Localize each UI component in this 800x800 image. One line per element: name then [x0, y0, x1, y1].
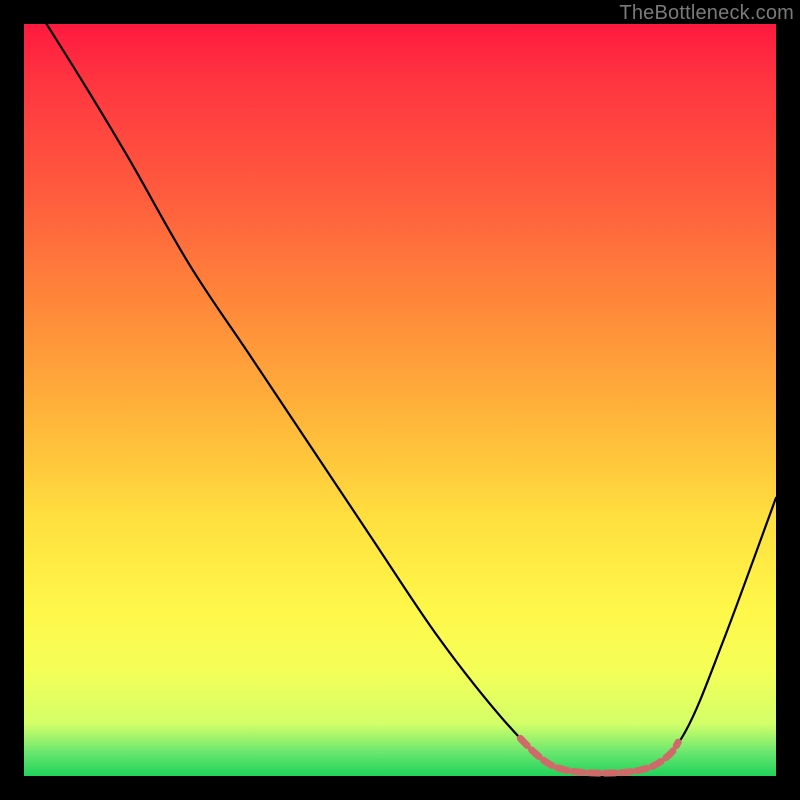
plot-area: [24, 24, 776, 776]
chart-frame: TheBottleneck.com: [0, 0, 800, 800]
chart-svg: [24, 24, 776, 776]
optimal-band: [520, 738, 678, 773]
bottleneck-curve: [47, 24, 776, 773]
watermark-text: TheBottleneck.com: [619, 2, 794, 25]
